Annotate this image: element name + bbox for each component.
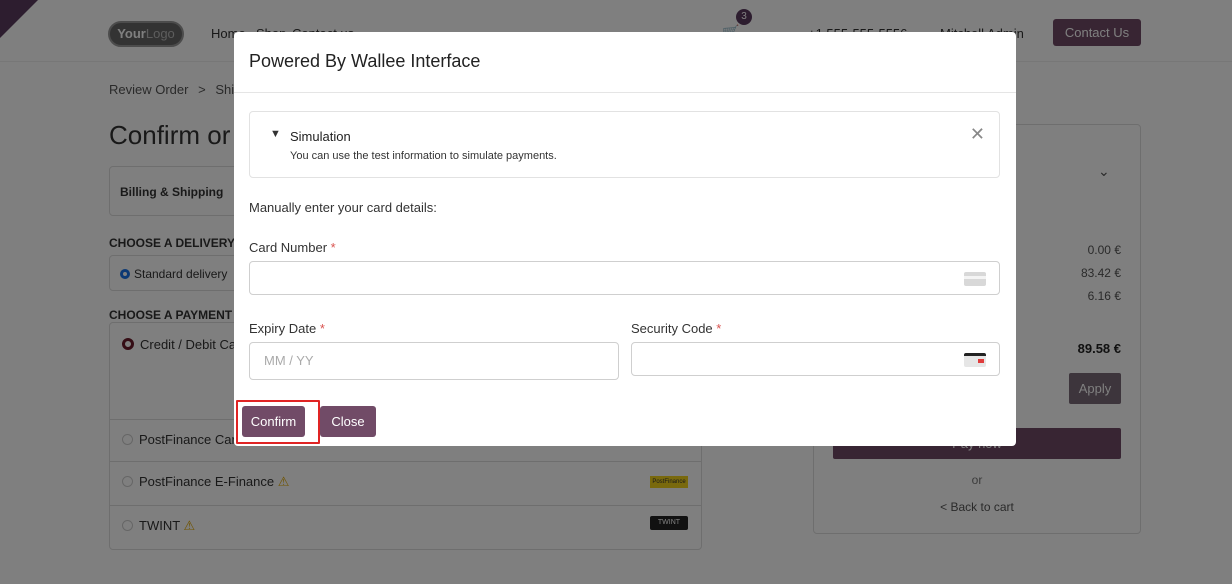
card-number-label-text: Card Number xyxy=(249,240,328,255)
expiry-date-label-text: Expiry Date xyxy=(249,321,317,336)
card-number-label: Card Number * xyxy=(249,240,336,255)
simulation-panel[interactable]: ▼ Simulation You can use the test inform… xyxy=(249,111,1000,178)
expiry-date-input[interactable]: MM / YY xyxy=(249,342,619,380)
card-number-input[interactable] xyxy=(249,261,1000,295)
expiry-date-label: Expiry Date * xyxy=(249,321,325,336)
required-mark: * xyxy=(330,240,336,255)
cvc-card-icon xyxy=(964,353,986,367)
simulation-title[interactable]: Simulation xyxy=(290,129,351,144)
credit-card-icon xyxy=(964,272,986,286)
close-icon[interactable]: ✕ xyxy=(970,124,985,145)
modal-title: Powered By Wallee Interface xyxy=(249,51,481,71)
confirm-highlight-box xyxy=(236,400,320,444)
security-code-input[interactable] xyxy=(631,342,1000,376)
chevron-down-icon[interactable]: ▼ xyxy=(270,128,281,140)
close-button[interactable]: Close xyxy=(320,406,376,437)
simulation-description: You can use the test information to simu… xyxy=(290,150,557,162)
modal-divider xyxy=(234,92,1016,93)
payment-modal: Powered By Wallee Interface ▼ Simulation… xyxy=(234,32,1016,446)
manual-entry-label: Manually enter your card details: xyxy=(249,200,437,215)
security-code-label-text: Security Code xyxy=(631,321,713,336)
required-mark: * xyxy=(716,321,722,336)
security-code-label: Security Code * xyxy=(631,321,721,336)
required-mark: * xyxy=(319,321,325,336)
